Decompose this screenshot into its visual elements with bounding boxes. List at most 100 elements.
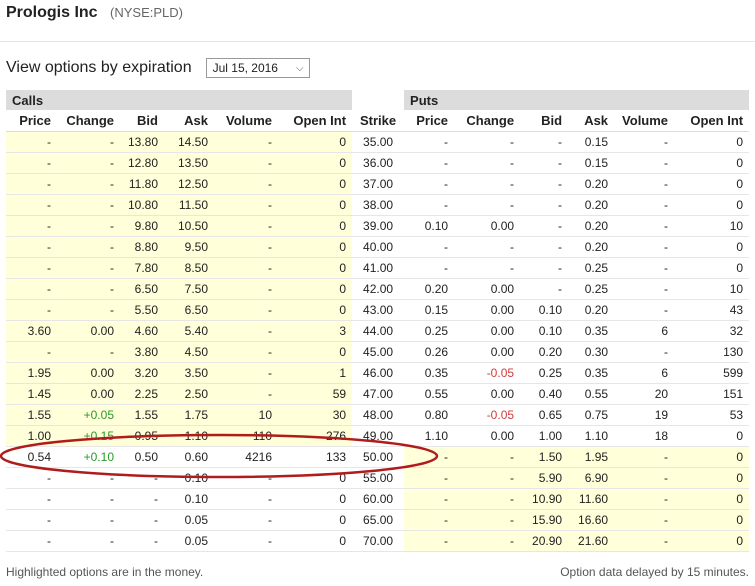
- put-volume: -: [614, 509, 675, 531]
- call-ask: 6.50: [164, 299, 214, 321]
- call-change: +0.05: [57, 404, 120, 426]
- strike: 45.00: [352, 341, 405, 363]
- put-price: 0.26: [404, 341, 455, 363]
- put-price: 0.20: [404, 278, 455, 300]
- call-open-int: 133: [278, 446, 353, 468]
- put-ask: 0.75: [568, 404, 615, 426]
- call-col-header: Bid: [120, 110, 164, 132]
- put-ask: 0.20: [568, 299, 615, 321]
- put-volume: -: [614, 467, 675, 489]
- expiration-select[interactable]: Jul 15, 2016 ⌵: [205, 58, 310, 78]
- call-bid: 6.50: [120, 278, 164, 300]
- put-volume: 20: [614, 383, 675, 405]
- put-ask: 0.25: [568, 257, 615, 279]
- put-ask: 0.30: [568, 341, 615, 363]
- put-ask: 6.90: [568, 467, 615, 489]
- strike: 70.00: [352, 530, 405, 552]
- put-open-int: 0: [674, 467, 750, 489]
- call-bid: 8.80: [120, 236, 164, 258]
- call-change: -: [57, 530, 120, 552]
- put-volume: -: [614, 530, 675, 552]
- call-price: 1.00: [6, 425, 57, 447]
- put-bid: 0.25: [520, 362, 569, 384]
- call-bid: -: [120, 488, 164, 510]
- put-open-int: 0: [674, 446, 750, 468]
- call-volume: -: [214, 131, 278, 153]
- call-volume: 4216: [214, 446, 278, 468]
- put-volume: -: [614, 341, 675, 363]
- put-change: -0.05: [454, 362, 521, 384]
- put-ask: 21.60: [568, 530, 615, 552]
- put-bid: -: [520, 152, 569, 174]
- call-bid: 10.80: [120, 194, 164, 216]
- call-open-int: 1: [278, 362, 353, 384]
- strike: 47.00: [352, 383, 405, 405]
- call-change: +0.10: [57, 446, 120, 468]
- call-price: -: [6, 488, 57, 510]
- put-ask: 0.20: [568, 236, 615, 258]
- put-open-int: 151: [674, 383, 750, 405]
- call-change: 0.00: [57, 320, 120, 342]
- strike: 40.00: [352, 236, 405, 258]
- call-open-int: 276: [278, 425, 353, 447]
- strike: 39.00: [352, 215, 405, 237]
- call-volume: -: [214, 299, 278, 321]
- table-row: - - -0.05-0 70.00- -20.90 21.60-0: [6, 530, 750, 552]
- call-bid: 7.80: [120, 257, 164, 279]
- call-ask: 1.75: [164, 404, 214, 426]
- call-open-int: 0: [278, 509, 353, 531]
- put-change: -: [454, 257, 521, 279]
- put-price: -: [404, 446, 455, 468]
- call-ask: 2.50: [164, 383, 214, 405]
- put-change: -: [454, 131, 521, 153]
- put-volume: 19: [614, 404, 675, 426]
- table-row: 1.95 0.00 3.20 3.50-1 46.00 0.35 -0.05 0.25 0.35…: [6, 362, 750, 384]
- put-bid: 0.10: [520, 320, 569, 342]
- put-change: -: [454, 236, 521, 258]
- call-volume: 10: [214, 404, 278, 426]
- put-volume: 18: [614, 425, 675, 447]
- put-volume: -: [614, 278, 675, 300]
- call-ask: 1.10: [164, 425, 214, 447]
- put-volume: -: [614, 488, 675, 510]
- put-ask: 0.20: [568, 215, 615, 237]
- call-price: -: [6, 194, 57, 216]
- put-ask: 11.60: [568, 488, 615, 510]
- call-bid: 2.25: [120, 383, 164, 405]
- put-open-int: 0: [674, 425, 750, 447]
- put-volume: -: [614, 194, 675, 216]
- call-open-int: 0: [278, 215, 353, 237]
- put-change: -: [454, 173, 521, 195]
- strike: 60.00: [352, 488, 405, 510]
- put-volume: -: [614, 131, 675, 153]
- put-open-int: 10: [674, 278, 750, 300]
- call-price: -: [6, 215, 57, 237]
- call-change: -: [57, 173, 120, 195]
- table-row: 1.55 +0.05 1.55 1.75 10 30 48.00 0.80 -0.05 0.65 0…: [6, 404, 750, 426]
- call-bid: 9.80: [120, 215, 164, 237]
- call-price: -: [6, 152, 57, 174]
- header-divider: [0, 41, 755, 42]
- strike: 46.00: [352, 362, 405, 384]
- put-col-header: Price: [404, 110, 455, 132]
- call-bid: 3.20: [120, 362, 164, 384]
- put-open-int: 0: [674, 194, 750, 216]
- strike: 38.00: [352, 194, 405, 216]
- call-volume: -: [214, 341, 278, 363]
- put-ask: 16.60: [568, 509, 615, 531]
- call-price: 1.55: [6, 404, 57, 426]
- put-ask: 0.15: [568, 152, 615, 174]
- itm-note: Highlighted options are in the money.: [6, 565, 204, 579]
- put-price: -: [404, 530, 455, 552]
- put-bid: -: [520, 278, 569, 300]
- call-change: -: [57, 341, 120, 363]
- call-open-int: 0: [278, 530, 353, 552]
- strike: 36.00: [352, 152, 405, 174]
- put-open-int: 0: [674, 131, 750, 153]
- put-change: 0.00: [454, 215, 521, 237]
- call-volume: -: [214, 362, 278, 384]
- call-open-int: 0: [278, 152, 353, 174]
- put-change: -0.05: [454, 404, 521, 426]
- call-open-int: 30: [278, 404, 353, 426]
- call-bid: -: [120, 467, 164, 489]
